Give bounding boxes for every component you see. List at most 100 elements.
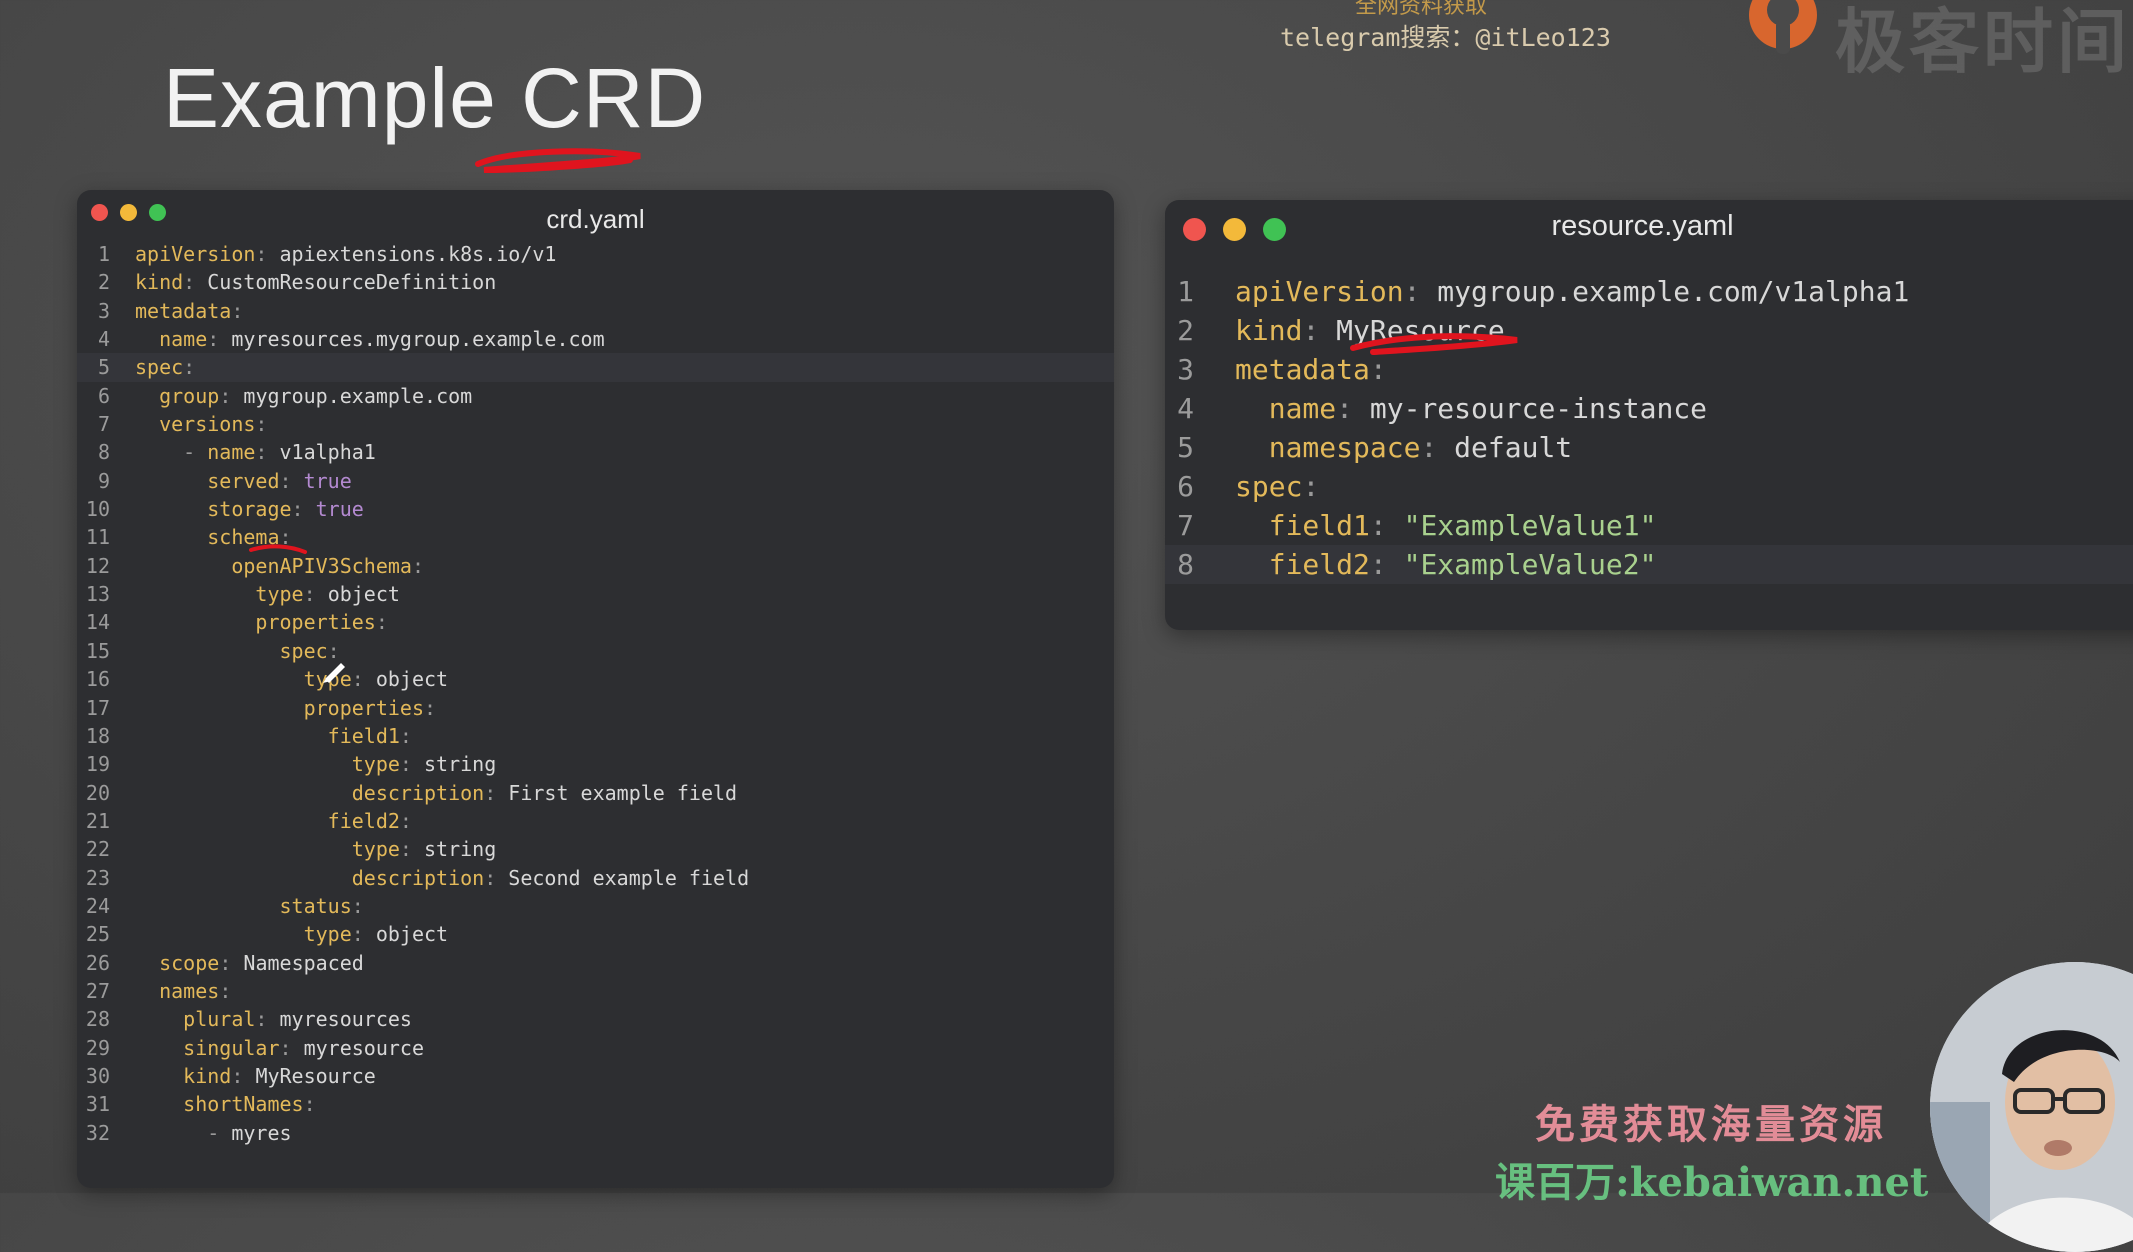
code-text: type: string — [135, 750, 497, 778]
line-number: 26 — [85, 950, 110, 975]
promo-text: 免费获取海量资源 — [1535, 1101, 1887, 1148]
yaml-colon: : — [399, 752, 412, 777]
line-number: 6 — [97, 383, 110, 408]
code-line: 9 served: true — [77, 467, 1114, 495]
line-number: 8 — [1177, 548, 1194, 581]
line-number: 17 — [85, 695, 110, 720]
promo-link[interactable]: 课百万:kebaiwan.net — [1495, 1150, 1928, 1208]
yaml-value: mygroup.example.com/v1alpha1 — [1437, 275, 1910, 308]
yaml-value: myresource — [303, 1035, 425, 1060]
code-text: openAPIV3Schema: — [135, 552, 424, 580]
code-line: 26 scope: Namespaced — [77, 949, 1114, 977]
yaml-key: type — [351, 837, 400, 862]
yaml-value: object — [327, 582, 400, 607]
line-number: 27 — [85, 978, 110, 1003]
line-number: 2 — [1177, 314, 1194, 347]
code-text: storage: true — [135, 495, 364, 523]
yaml-key: apiVersion — [1235, 275, 1404, 308]
yaml-key: description — [351, 865, 485, 890]
code-line: 10 storage: true — [77, 495, 1114, 523]
code-line: 8 field2: "ExampleValue2" — [1165, 545, 2133, 584]
line-number: 8 — [97, 440, 110, 465]
code-line: 3 metadata: — [77, 297, 1114, 325]
code-line: 2 kind: MyResource — [1165, 311, 2133, 350]
yaml-colon: : — [219, 978, 232, 1003]
line-number: 5 — [1177, 431, 1194, 464]
webcam-overlay — [1930, 962, 2133, 1252]
code-editor[interactable]: 1 apiVersion: mygroup.example.com/v1alpha… — [1165, 272, 2133, 584]
code-line: 23 description: Second example field — [77, 864, 1114, 892]
yaml-value: Namespaced — [243, 950, 364, 975]
yaml-colon: : — [399, 808, 412, 833]
code-line: 17 properties: — [77, 694, 1114, 722]
yaml-colon: : — [219, 383, 232, 408]
yaml-colon: : — [484, 780, 497, 805]
code-text: apiVersion: mygroup.example.com/v1alpha1 — [1235, 272, 1909, 311]
code-text: - myres — [135, 1119, 292, 1147]
titlebar: resource.yaml — [1165, 200, 2133, 250]
code-text: description: Second example field — [135, 864, 749, 892]
code-line: 7 field1: "ExampleValue1" — [1165, 506, 2133, 545]
yaml-key: served — [207, 468, 280, 493]
yaml-colon: : — [351, 667, 364, 692]
code-line: 28 plural: myresources — [77, 1005, 1114, 1033]
yaml-colon: : — [1369, 353, 1387, 386]
line-number: 7 — [1177, 509, 1194, 542]
yaml-value: myres — [231, 1120, 292, 1145]
yaml-value: v1alpha1 — [279, 440, 376, 465]
yaml-value: Second example field — [508, 865, 750, 890]
yaml-key: kind — [135, 270, 184, 295]
yaml-value: "ExampleValue2" — [1403, 548, 1657, 581]
yaml-key: plural — [183, 1007, 256, 1032]
code-text: name: myresources.mygroup.example.com — [135, 325, 605, 353]
code-line: 1 apiVersion: apiextensions.k8s.io/v1 — [77, 240, 1114, 268]
yaml-colon: : — [231, 298, 244, 323]
code-text: description: First example field — [135, 779, 737, 807]
yaml-colon: : — [219, 950, 232, 975]
yaml-colon: : — [303, 582, 316, 607]
code-text: metadata: — [1235, 350, 1387, 389]
code-text: apiVersion: apiextensions.k8s.io/v1 — [135, 240, 556, 268]
code-line: 13 type: object — [77, 580, 1114, 608]
geektime-logo-text: 极客时间 — [1835, 1, 2131, 83]
line-number: 19 — [85, 752, 110, 777]
yaml-colon: : — [255, 440, 268, 465]
yaml-key: properties — [255, 610, 376, 635]
code-line: 5 spec: — [77, 353, 1114, 382]
code-line: 22 type: string — [77, 835, 1114, 863]
resource-yaml-window: resource.yaml 1 apiVersion: mygroup.examp… — [1165, 200, 2133, 630]
indent: - — [135, 1120, 232, 1145]
line-number: 3 — [97, 298, 110, 323]
line-number: 6 — [1177, 470, 1194, 503]
yaml-key: kind — [1235, 314, 1303, 347]
code-line: 20 description: First example field — [77, 779, 1114, 807]
yaml-colon: : — [1336, 392, 1354, 425]
yaml-key: type — [351, 752, 400, 777]
yaml-key: properties — [303, 695, 424, 720]
code-line: 12 openAPIV3Schema: — [77, 552, 1114, 580]
code-text: properties: — [135, 608, 387, 636]
code-editor[interactable]: 1 apiVersion: apiextensions.k8s.io/v1 2 kin… — [77, 240, 1114, 1147]
code-text: kind: MyResource — [135, 1062, 376, 1090]
yaml-key: namespace — [1268, 431, 1421, 464]
yaml-colon: : — [255, 1007, 268, 1032]
code-line: 14 properties: — [77, 608, 1114, 636]
line-number: 4 — [1177, 392, 1194, 425]
yaml-key: name — [1268, 392, 1337, 425]
code-line: 30 kind: MyResource — [77, 1062, 1114, 1090]
geektime-logo-icon — [1749, 0, 1817, 54]
